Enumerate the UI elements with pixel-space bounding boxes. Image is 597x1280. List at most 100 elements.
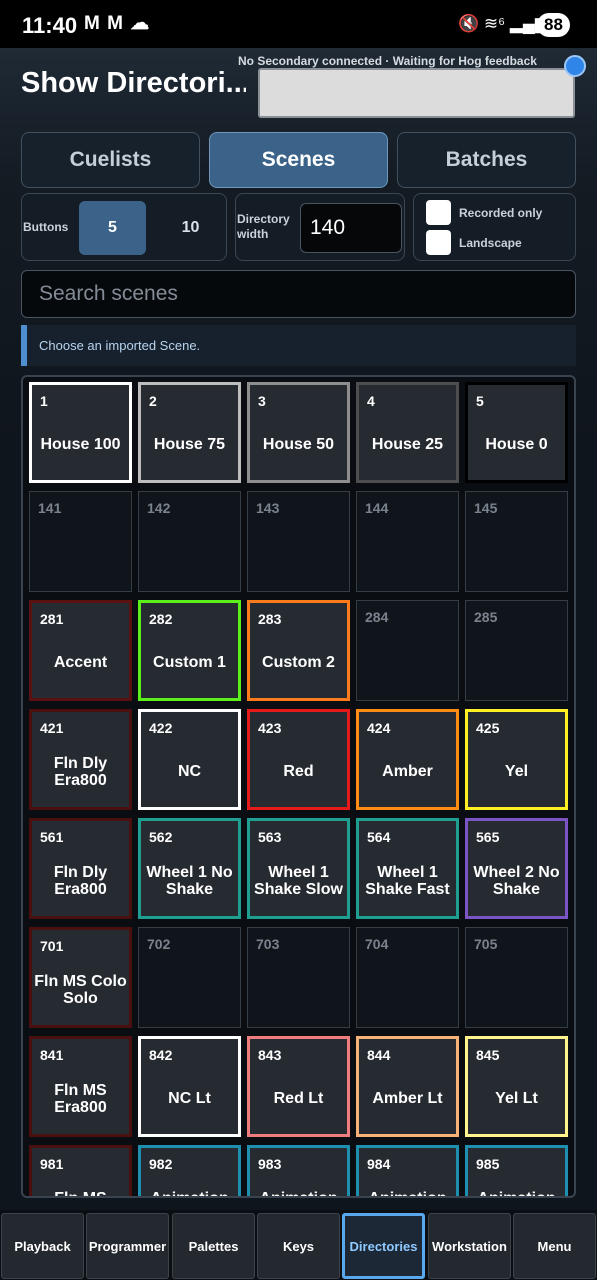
scene-number: 425 xyxy=(476,720,500,736)
buttons-selector: Buttons 5 10 xyxy=(21,193,227,261)
scene-name: House 0 xyxy=(485,436,548,453)
scene-name: House 50 xyxy=(262,436,335,453)
tab-cuelists[interactable]: Cuelists xyxy=(21,132,200,188)
scene-slot-empty[interactable]: 702 xyxy=(138,927,241,1028)
scene-slot-empty[interactable]: 144 xyxy=(356,491,459,592)
scene-number: 565 xyxy=(476,829,500,845)
scene-button[interactable]: 563 Wheel 1 Shake Slow xyxy=(247,818,350,919)
scene-name: Animation xyxy=(259,1189,338,1198)
recorded-only-checkbox[interactable] xyxy=(426,200,451,225)
scene-button[interactable]: 982 Animation xyxy=(138,1145,241,1196)
connection-indicator-icon[interactable] xyxy=(564,55,586,77)
buttons-5-option[interactable]: 5 xyxy=(79,201,146,255)
scene-number: 983 xyxy=(258,1156,282,1172)
scene-name: Fln MS xyxy=(54,1189,107,1198)
scene-button[interactable]: 564 Wheel 1 Shake Fast xyxy=(356,818,459,919)
scene-button[interactable]: 5 House 0 xyxy=(465,382,568,483)
scene-name: Custom 2 xyxy=(262,654,335,671)
scene-button[interactable]: 421 Fln Dly Era800 xyxy=(29,709,132,810)
nav-palettes[interactable]: Palettes xyxy=(172,1213,255,1279)
nav-keys[interactable]: Keys xyxy=(257,1213,340,1279)
battery-icon: 88 xyxy=(537,13,570,37)
scene-button[interactable]: 561 Fln Dly Era800 xyxy=(29,818,132,919)
feedback-panel xyxy=(258,68,575,118)
scene-number: 3 xyxy=(258,393,266,409)
scene-button[interactable]: 424 Amber xyxy=(356,709,459,810)
scene-name: Yel Lt xyxy=(495,1090,538,1107)
scene-name: House 75 xyxy=(153,436,226,453)
scene-number: 142 xyxy=(147,500,171,516)
scene-button[interactable]: 981 Fln MS xyxy=(29,1145,132,1198)
scene-button[interactable]: 425 Yel xyxy=(465,709,568,810)
bottom-nav: Playback Programmer Palettes Keys Directorie… xyxy=(0,1210,597,1280)
scene-name: Yel xyxy=(504,763,529,780)
scene-number: 141 xyxy=(38,500,62,516)
scene-button[interactable]: 562 Wheel 1 No Shake xyxy=(138,818,241,919)
scene-number: 704 xyxy=(365,936,389,952)
scene-name: House 25 xyxy=(371,436,444,453)
scene-number: 845 xyxy=(476,1047,500,1063)
scene-number: 421 xyxy=(40,720,64,736)
nav-workstation[interactable]: Workstation xyxy=(428,1213,511,1279)
scene-number: 982 xyxy=(149,1156,173,1172)
scene-button[interactable]: 3 House 50 xyxy=(247,382,350,483)
scene-button[interactable]: 985 Animation xyxy=(465,1145,568,1196)
scene-button[interactable]: 844 Amber Lt xyxy=(356,1036,459,1137)
scene-button[interactable]: 984 Animation xyxy=(356,1145,459,1198)
scene-grid: 1 House 100 2 House 75 3 House 50 4 House 25 5 Ho… xyxy=(21,375,576,1198)
nav-menu[interactable]: Menu xyxy=(513,1213,596,1279)
scene-number: 5 xyxy=(476,393,484,409)
scene-name: Animation xyxy=(368,1189,447,1198)
scene-button[interactable]: 282 Custom 1 xyxy=(138,600,241,701)
scene-name: NC xyxy=(177,763,202,780)
scene-number: 423 xyxy=(258,720,282,736)
scene-slot-empty[interactable]: 145 xyxy=(465,491,568,592)
scene-button[interactable]: 842 NC Lt xyxy=(138,1036,241,1137)
buttons-10-option[interactable]: 10 xyxy=(157,201,224,255)
scene-button[interactable]: 2 House 75 xyxy=(138,382,241,483)
nav-playback[interactable]: Playback xyxy=(1,1213,84,1279)
scene-number: 843 xyxy=(258,1047,282,1063)
scene-slot-empty[interactable]: 285 xyxy=(465,600,568,701)
tab-batches[interactable]: Batches xyxy=(397,132,576,188)
directory-width-input[interactable]: 140 xyxy=(300,203,402,253)
directory-width-control: Directory width 140 xyxy=(235,193,405,261)
scene-number: 564 xyxy=(367,829,391,845)
scene-slot-empty[interactable]: 142 xyxy=(138,491,241,592)
scene-slot-empty[interactable]: 703 xyxy=(247,927,350,1028)
scene-name: Fln MS Colo Solo xyxy=(34,972,127,1007)
scene-number: 283 xyxy=(258,611,282,627)
scene-slot-empty[interactable]: 143 xyxy=(247,491,350,592)
scene-button[interactable]: 841 Fln MS Era800 xyxy=(29,1036,132,1137)
scene-slot-empty[interactable]: 141 xyxy=(29,491,132,592)
scene-name: Red xyxy=(283,763,314,780)
scene-button[interactable]: 283 Custom 2 xyxy=(247,600,350,701)
scene-slot-empty[interactable]: 704 xyxy=(356,927,459,1028)
tab-scenes[interactable]: Scenes xyxy=(209,132,388,188)
scene-number: 143 xyxy=(256,500,280,516)
scene-button[interactable]: 983 Animation xyxy=(247,1145,350,1198)
scene-button[interactable]: 701 Fln MS Colo Solo xyxy=(29,927,132,1028)
nav-directories[interactable]: Directories xyxy=(342,1213,425,1279)
scene-button[interactable]: 422 NC xyxy=(138,709,241,810)
scene-button[interactable]: 1 House 100 xyxy=(29,382,132,483)
scene-name: Wheel 1 Shake Slow xyxy=(254,863,343,898)
scene-button[interactable]: 423 Red xyxy=(247,709,350,810)
scene-name: Amber Lt xyxy=(372,1090,443,1107)
scene-button[interactable]: 845 Yel Lt xyxy=(465,1036,568,1137)
scene-button[interactable]: 565 Wheel 2 No Shake xyxy=(465,818,568,919)
search-input[interactable]: Search scenes xyxy=(21,270,576,318)
scene-name: House 100 xyxy=(40,436,121,453)
scene-button[interactable]: 281 Accent xyxy=(29,600,132,701)
nav-programmer[interactable]: Programmer xyxy=(86,1213,169,1279)
notification-icons: M M ☁ xyxy=(84,13,151,34)
scene-slot-empty[interactable]: 705 xyxy=(465,927,568,1028)
landscape-checkbox[interactable] xyxy=(426,230,451,255)
scene-button[interactable]: 843 Red Lt xyxy=(247,1036,350,1137)
clock: 11:40 xyxy=(22,13,78,38)
scene-button[interactable]: 4 House 25 xyxy=(356,382,459,483)
scene-number: 842 xyxy=(149,1047,173,1063)
scene-slot-empty[interactable]: 284 xyxy=(356,600,459,701)
status-bar: 11:40 M M ☁ 🔇 ≋⁶ ▂▄▆ 88 xyxy=(0,0,597,48)
scene-number: 702 xyxy=(147,936,171,952)
